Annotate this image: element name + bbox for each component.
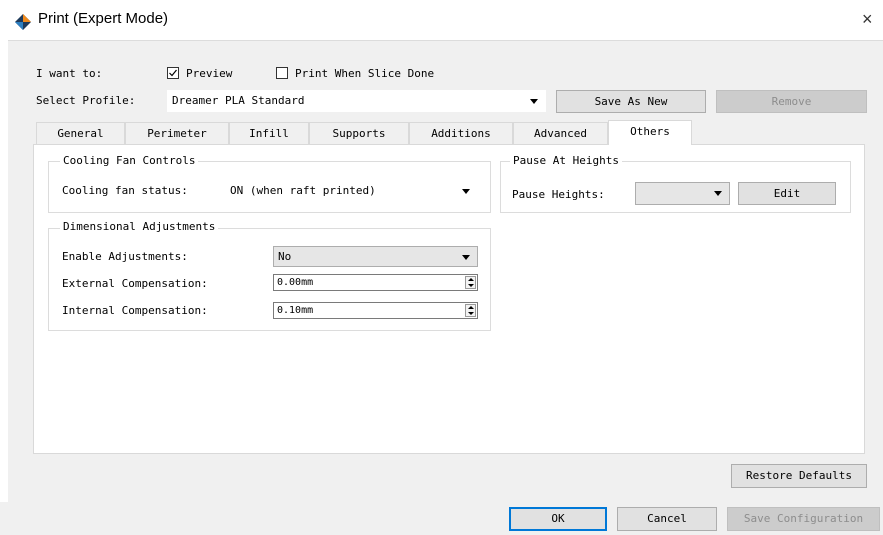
enable-adjustments-label: Enable Adjustments:	[62, 250, 188, 263]
pause-at-heights-title: Pause At Heights	[510, 154, 622, 167]
internal-compensation-value: 0.10mm	[277, 305, 314, 316]
internal-compensation-spinbox[interactable]: 0.10mm	[273, 302, 478, 319]
enable-adjustments-select[interactable]: No	[273, 246, 478, 267]
tab-advanced[interactable]: Advanced	[513, 122, 608, 144]
dimensional-adjustments-title: Dimensional Adjustments	[60, 220, 219, 233]
profile-select[interactable]: Dreamer PLA Standard	[167, 90, 546, 112]
window-title: Print (Expert Mode)	[38, 10, 169, 27]
profile-select-value: Dreamer PLA Standard	[172, 94, 305, 107]
restore-defaults-button[interactable]: Restore Defaults	[731, 464, 867, 488]
cooling-fan-status-label: Cooling fan status:	[62, 184, 188, 197]
print-when-slice-done-label: Print When Slice Done	[295, 67, 435, 80]
internal-compensation-label: Internal Compensation:	[62, 304, 208, 317]
close-icon[interactable]: ×	[862, 9, 873, 30]
select-profile-label: Select Profile:	[36, 94, 136, 107]
i-want-to-label: I want to:	[36, 67, 103, 80]
preview-label: Preview	[186, 67, 233, 80]
tab-supports[interactable]: Supports	[309, 122, 409, 144]
spin-arrows-icon[interactable]	[465, 304, 476, 317]
tab-others[interactable]: Others	[608, 120, 692, 145]
external-compensation-value: 0.00mm	[277, 277, 314, 288]
save-configuration-button[interactable]: Save Configuration	[727, 507, 880, 531]
tab-perimeter[interactable]: Perimeter	[125, 122, 229, 144]
chevron-down-icon	[714, 191, 722, 196]
external-compensation-label: External Compensation:	[62, 277, 208, 290]
chevron-down-icon	[462, 189, 470, 194]
chevron-down-icon	[462, 255, 470, 260]
cooling-fan-status-select[interactable]: ON (when raft printed)	[225, 180, 478, 202]
cooling-fan-controls-title: Cooling Fan Controls	[60, 154, 199, 167]
cancel-button[interactable]: Cancel	[617, 507, 717, 531]
remove-button[interactable]: Remove	[716, 90, 867, 113]
save-as-new-button[interactable]: Save As New	[556, 90, 706, 113]
checkmark-icon	[169, 69, 177, 77]
chevron-down-icon	[530, 99, 538, 104]
pause-heights-select[interactable]	[635, 182, 730, 205]
pause-heights-label: Pause Heights:	[512, 188, 605, 201]
diamond-logo-icon	[15, 14, 31, 30]
ok-button[interactable]: OK	[509, 507, 607, 531]
enable-adjustments-value: No	[278, 250, 292, 263]
tab-infill[interactable]: Infill	[229, 122, 309, 144]
external-compensation-spinbox[interactable]: 0.00mm	[273, 274, 478, 291]
cooling-fan-status-value: ON (when raft printed)	[230, 184, 376, 197]
print-when-slice-done-checkbox[interactable]	[276, 67, 288, 79]
edit-pause-heights-button[interactable]: Edit	[738, 182, 836, 205]
tab-additions[interactable]: Additions	[409, 122, 513, 144]
spin-arrows-icon[interactable]	[465, 276, 476, 289]
tab-general[interactable]: General	[36, 122, 125, 144]
preview-checkbox[interactable]	[167, 67, 179, 79]
